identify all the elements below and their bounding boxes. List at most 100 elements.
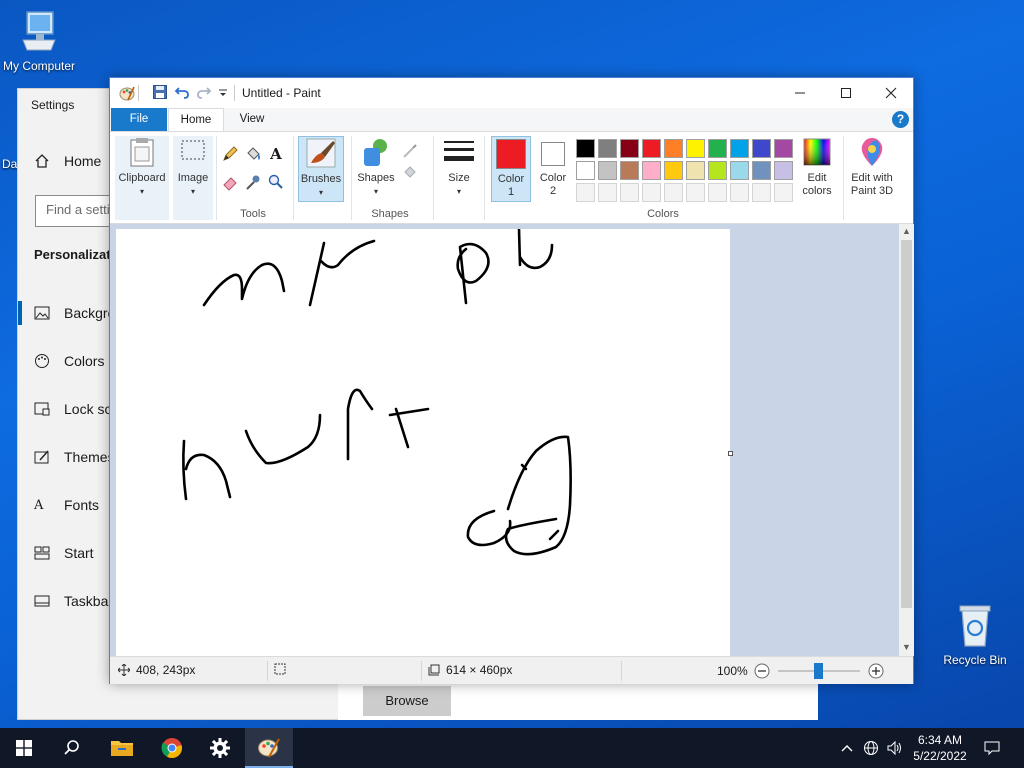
palette-color-swatch[interactable]	[620, 161, 639, 180]
settings-nav-start[interactable]: Start	[34, 545, 94, 561]
zoom-level: 100%	[717, 664, 748, 678]
palette-color-swatch[interactable]	[664, 139, 683, 158]
color1-button[interactable]: Color 1	[491, 136, 531, 202]
palette-custom-slot[interactable]	[620, 183, 639, 202]
search-button[interactable]	[48, 728, 96, 768]
edit-with-paint3d-button[interactable]: Edit with Paint 3D	[846, 136, 898, 202]
eraser-icon[interactable]	[221, 173, 239, 191]
customize-qat-icon[interactable]	[218, 88, 228, 98]
paint-taskbar-button[interactable]	[245, 728, 293, 768]
palette-color-swatch[interactable]	[774, 139, 793, 158]
palette-color-swatch[interactable]	[752, 161, 771, 180]
palette-custom-slot[interactable]	[664, 183, 683, 202]
cursor-move-icon	[118, 664, 130, 676]
palette-color-swatch[interactable]	[752, 139, 771, 158]
maximize-button[interactable]	[823, 78, 869, 108]
palette-color-swatch[interactable]	[598, 161, 617, 180]
gear-icon	[210, 738, 230, 758]
color2-button[interactable]: Color 2	[534, 136, 572, 202]
palette-custom-slot[interactable]	[598, 183, 617, 202]
zoom-out-icon[interactable]	[754, 663, 770, 679]
settings-nav-taskbar[interactable]: Taskbar	[34, 593, 113, 609]
size-button[interactable]: Size ▾	[439, 136, 479, 202]
zoom-slider[interactable]	[776, 663, 862, 679]
palette-color-swatch[interactable]	[576, 161, 595, 180]
start-button[interactable]	[0, 728, 48, 768]
clipboard-button[interactable]: Clipboard ▾	[115, 136, 169, 220]
chevron-up-icon	[841, 745, 853, 752]
palette-color-swatch[interactable]	[686, 139, 705, 158]
palette-color-swatch[interactable]	[774, 161, 793, 180]
fill-icon[interactable]	[401, 163, 419, 181]
color1-label: Color	[497, 173, 525, 185]
brushes-button[interactable]: Brushes ▾	[298, 136, 344, 202]
settings-taskbar-button[interactable]	[196, 728, 244, 768]
zoom-slider-thumb[interactable]	[813, 663, 823, 679]
scroll-down-icon[interactable]: ▼	[899, 642, 914, 652]
palette-color-swatch[interactable]	[708, 161, 727, 180]
settings-nav-themes[interactable]: Themes	[34, 449, 115, 465]
desktop-icon-my-computer[interactable]: My Computer	[0, 10, 84, 73]
tab-view[interactable]: View	[228, 108, 276, 131]
notifications-button[interactable]	[978, 728, 1006, 768]
zoom-in-icon[interactable]	[868, 663, 884, 679]
outline-icon[interactable]	[401, 142, 419, 160]
edit-colors-button[interactable]: Edit colors	[795, 136, 839, 202]
undo-icon[interactable]	[174, 84, 190, 100]
chrome-icon	[161, 738, 182, 759]
file-explorer-button[interactable]	[98, 728, 146, 768]
line-size-icon	[444, 141, 474, 161]
palette-color-swatch[interactable]	[730, 139, 749, 158]
close-button[interactable]	[868, 78, 914, 108]
network-button[interactable]	[860, 728, 882, 768]
palette-custom-slot[interactable]	[774, 183, 793, 202]
settings-nav-fonts[interactable]: A Fonts	[34, 497, 99, 513]
settings-home-link[interactable]: Home	[34, 153, 101, 169]
palette-color-swatch[interactable]	[642, 139, 661, 158]
palette-color-swatch[interactable]	[686, 161, 705, 180]
help-button[interactable]: ?	[892, 111, 909, 128]
palette-color-swatch[interactable]	[642, 161, 661, 180]
tab-file[interactable]: File	[111, 108, 167, 131]
ribbon-separator	[433, 136, 434, 220]
minimize-button[interactable]	[777, 78, 823, 108]
palette-custom-slot[interactable]	[576, 183, 595, 202]
palette-custom-slot[interactable]	[642, 183, 661, 202]
colors-group-label: Colors	[647, 208, 679, 220]
magnifier-icon[interactable]	[267, 173, 285, 191]
text-tool-icon[interactable]: A	[267, 145, 285, 163]
cursor-position-text: 408, 243px	[136, 663, 196, 677]
palette-color-swatch[interactable]	[708, 139, 727, 158]
canvas-resize-handle[interactable]	[728, 451, 733, 456]
save-icon[interactable]	[152, 84, 168, 100]
system-clock[interactable]: 6:34 AM 5/22/2022	[905, 732, 975, 764]
settings-title: Settings	[31, 98, 75, 112]
palette-color-swatch[interactable]	[598, 139, 617, 158]
volume-button[interactable]	[884, 728, 906, 768]
show-hidden-icons-button[interactable]	[838, 728, 856, 768]
image-select-button[interactable]: Image ▾	[173, 136, 213, 220]
scroll-up-icon[interactable]: ▲	[899, 226, 914, 236]
palette-color-swatch[interactable]	[576, 139, 595, 158]
redo-icon[interactable]	[196, 84, 212, 100]
palette-color-swatch[interactable]	[620, 139, 639, 158]
fill-bucket-icon[interactable]	[244, 145, 262, 163]
palette-color-swatch[interactable]	[730, 161, 749, 180]
palette-custom-slot[interactable]	[708, 183, 727, 202]
chrome-button[interactable]	[148, 728, 196, 768]
scrollbar-thumb[interactable]	[901, 240, 912, 608]
drawing-canvas[interactable]	[116, 227, 730, 656]
color-picker-icon[interactable]	[244, 173, 262, 191]
palette-custom-slot[interactable]	[730, 183, 749, 202]
tab-home[interactable]: Home	[168, 108, 224, 131]
browse-button[interactable]: Browse	[363, 686, 451, 716]
settings-nav-colors[interactable]: Colors	[34, 353, 104, 369]
palette-custom-slot[interactable]	[686, 183, 705, 202]
pencil-icon[interactable]	[221, 145, 239, 163]
palette-custom-slot[interactable]	[752, 183, 771, 202]
desktop-icon-recycle-bin[interactable]: Recycle Bin	[930, 602, 1020, 667]
paint3d-icon	[861, 138, 883, 166]
palette-color-swatch[interactable]	[664, 161, 683, 180]
vertical-scrollbar[interactable]: ▲ ▼	[899, 224, 914, 656]
shapes-button[interactable]: Shapes ▾	[355, 136, 397, 202]
